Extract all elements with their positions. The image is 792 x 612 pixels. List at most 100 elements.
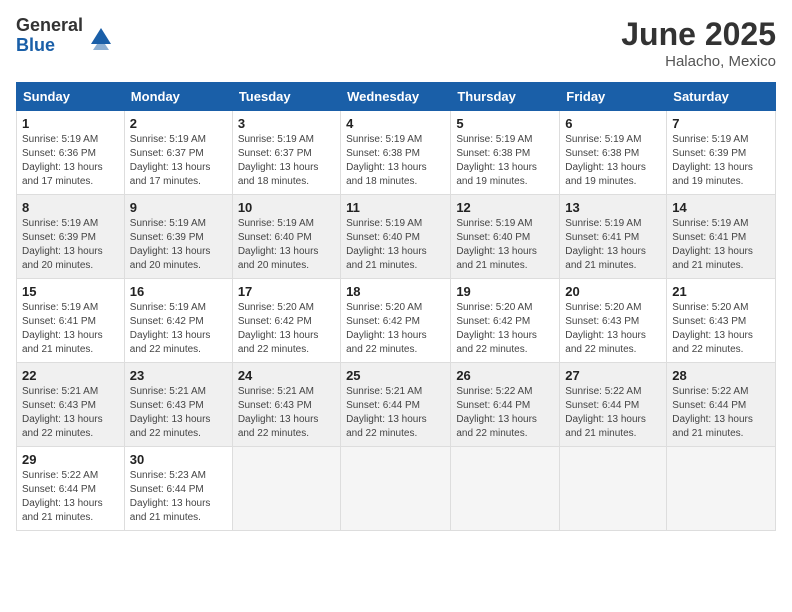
calendar-cell: 23 Sunrise: 5:21 AM Sunset: 6:43 PM Dayli…: [124, 363, 232, 447]
calendar-week-row: 8 Sunrise: 5:19 AM Sunset: 6:39 PM Daylig…: [17, 195, 776, 279]
calendar-header-wednesday: Wednesday: [341, 83, 451, 111]
day-info: Sunrise: 5:19 AM Sunset: 6:36 PM Dayligh…: [22, 133, 119, 189]
day-info: Sunrise: 5:22 AM Sunset: 6:44 PM Dayligh…: [672, 385, 770, 441]
day-info: Sunrise: 5:19 AM Sunset: 6:41 PM Dayligh…: [672, 217, 770, 273]
logo-icon: [87, 22, 115, 50]
day-info: Sunrise: 5:19 AM Sunset: 6:40 PM Dayligh…: [238, 217, 335, 273]
logo-blue-text: Blue: [16, 36, 83, 56]
day-number: 30: [130, 452, 227, 467]
calendar-cell: 21 Sunrise: 5:20 AM Sunset: 6:43 PM Dayli…: [667, 279, 776, 363]
day-number: 21: [672, 284, 770, 299]
day-number: 24: [238, 368, 335, 383]
day-info: Sunrise: 5:19 AM Sunset: 6:41 PM Dayligh…: [22, 301, 119, 357]
day-number: 20: [565, 284, 661, 299]
day-number: 29: [22, 452, 119, 467]
calendar-cell: 15 Sunrise: 5:19 AM Sunset: 6:41 PM Dayli…: [17, 279, 125, 363]
day-info: Sunrise: 5:19 AM Sunset: 6:37 PM Dayligh…: [130, 133, 227, 189]
day-info: Sunrise: 5:19 AM Sunset: 6:39 PM Dayligh…: [130, 217, 227, 273]
location: Halacho, Mexico: [621, 53, 776, 70]
calendar-cell: 9 Sunrise: 5:19 AM Sunset: 6:39 PM Daylig…: [124, 195, 232, 279]
day-number: 5: [456, 116, 554, 131]
calendar-cell: 14 Sunrise: 5:19 AM Sunset: 6:41 PM Dayli…: [667, 195, 776, 279]
calendar-cell: [560, 447, 667, 531]
calendar-cell: 13Sunrise: 5:19 AM Sunset: 6:41 PM Dayli…: [560, 195, 667, 279]
calendar-cell: 25Sunrise: 5:21 AM Sunset: 6:44 PM Dayli…: [341, 363, 451, 447]
calendar-cell: 22Sunrise: 5:21 AM Sunset: 6:43 PM Dayli…: [17, 363, 125, 447]
day-number: 12: [456, 200, 554, 215]
calendar-week-row: 22 Sunrise: 5:21 AM Sunset: 6:43 PM Dayli…: [17, 363, 776, 447]
calendar-cell: 5 Sunrise: 5:19 AM Sunset: 6:38 PM Daylig…: [451, 111, 560, 195]
day-info: Sunrise: 5:20 AM Sunset: 6:43 PM Dayligh…: [672, 301, 770, 357]
calendar-cell: 18Sunrise: 5:20 AM Sunset: 6:42 PM Dayli…: [341, 279, 451, 363]
calendar-cell: 6 Sunrise: 5:19 AM Sunset: 6:38 PM Daylig…: [560, 111, 667, 195]
day-info: Sunrise: 5:20 AM Sunset: 6:43 PM Dayligh…: [565, 301, 661, 357]
day-number: 11: [346, 200, 445, 215]
calendar-cell: 10 Sunrise: 5:19 AM Sunset: 6:40 PM Dayli…: [232, 195, 340, 279]
day-number: 7: [672, 116, 770, 131]
day-number: 26: [456, 368, 554, 383]
day-info: Sunrise: 5:23 AM Sunset: 6:44 PM Dayligh…: [130, 469, 227, 525]
calendar-week-row: 29 Sunrise: 5:22 AM Sunset: 6:44 PM Dayli…: [17, 447, 776, 531]
calendar-cell: 19 Sunrise: 5:20 AM Sunset: 6:42 PM Dayli…: [451, 279, 560, 363]
month-title: June 2025: [621, 16, 776, 53]
day-number: 25: [346, 368, 445, 383]
day-info: Sunrise: 5:20 AM Sunset: 6:42 PM Dayligh…: [238, 301, 335, 357]
calendar-cell: [451, 447, 560, 531]
day-number: 17: [238, 284, 335, 299]
calendar-cell: [667, 447, 776, 531]
calendar-header-thursday: Thursday: [451, 83, 560, 111]
calendar-header-saturday: Saturday: [667, 83, 776, 111]
logo: General Blue: [16, 16, 115, 56]
day-number: 27: [565, 368, 661, 383]
calendar-cell: 12 Sunrise: 5:19 AM Sunset: 6:40 PM Dayli…: [451, 195, 560, 279]
calendar-cell: 3 Sunrise: 5:19 AM Sunset: 6:37 PM Daylig…: [232, 111, 340, 195]
day-number: 6: [565, 116, 661, 131]
title-block: June 2025 Halacho, Mexico: [621, 16, 776, 70]
calendar-cell: 7 Sunrise: 5:19 AM Sunset: 6:39 PM Daylig…: [667, 111, 776, 195]
calendar-header-monday: Monday: [124, 83, 232, 111]
calendar-week-row: 1 Sunrise: 5:19 AM Sunset: 6:36 PM Daylig…: [17, 111, 776, 195]
calendar-table: SundayMondayTuesdayWednesdayThursdayFrid…: [16, 82, 776, 531]
calendar-header-tuesday: Tuesday: [232, 83, 340, 111]
calendar-week-row: 15 Sunrise: 5:19 AM Sunset: 6:41 PM Dayli…: [17, 279, 776, 363]
day-number: 1: [22, 116, 119, 131]
calendar-cell: 2 Sunrise: 5:19 AM Sunset: 6:37 PM Daylig…: [124, 111, 232, 195]
calendar-cell: [232, 447, 340, 531]
day-info: Sunrise: 5:21 AM Sunset: 6:43 PM Dayligh…: [130, 385, 227, 441]
calendar-cell: 26 Sunrise: 5:22 AM Sunset: 6:44 PM Dayli…: [451, 363, 560, 447]
day-info: Sunrise: 5:22 AM Sunset: 6:44 PM Dayligh…: [22, 469, 119, 525]
day-number: 2: [130, 116, 227, 131]
calendar-header-row: SundayMondayTuesdayWednesdayThursdayFrid…: [17, 83, 776, 111]
day-number: 10: [238, 200, 335, 215]
day-number: 15: [22, 284, 119, 299]
day-number: 8: [22, 200, 119, 215]
calendar-cell: 24Sunrise: 5:21 AM Sunset: 6:43 PM Dayli…: [232, 363, 340, 447]
day-info: Sunrise: 5:19 AM Sunset: 6:41 PM Dayligh…: [565, 217, 661, 273]
day-number: 4: [346, 116, 445, 131]
day-info: Sunrise: 5:22 AM Sunset: 6:44 PM Dayligh…: [565, 385, 661, 441]
day-info: Sunrise: 5:19 AM Sunset: 6:38 PM Dayligh…: [565, 133, 661, 189]
day-number: 16: [130, 284, 227, 299]
day-info: Sunrise: 5:20 AM Sunset: 6:42 PM Dayligh…: [346, 301, 445, 357]
day-number: 14: [672, 200, 770, 215]
day-info: Sunrise: 5:19 AM Sunset: 6:39 PM Dayligh…: [22, 217, 119, 273]
day-info: Sunrise: 5:19 AM Sunset: 6:39 PM Dayligh…: [672, 133, 770, 189]
calendar-cell: 20 Sunrise: 5:20 AM Sunset: 6:43 PM Dayli…: [560, 279, 667, 363]
calendar-cell: 17 Sunrise: 5:20 AM Sunset: 6:42 PM Dayli…: [232, 279, 340, 363]
calendar-cell: 1 Sunrise: 5:19 AM Sunset: 6:36 PM Daylig…: [17, 111, 125, 195]
day-info: Sunrise: 5:22 AM Sunset: 6:44 PM Dayligh…: [456, 385, 554, 441]
day-info: Sunrise: 5:19 AM Sunset: 6:38 PM Dayligh…: [456, 133, 554, 189]
day-number: 3: [238, 116, 335, 131]
calendar-header-friday: Friday: [560, 83, 667, 111]
day-info: Sunrise: 5:19 AM Sunset: 6:40 PM Dayligh…: [456, 217, 554, 273]
day-info: Sunrise: 5:19 AM Sunset: 6:37 PM Dayligh…: [238, 133, 335, 189]
calendar-cell: 29 Sunrise: 5:22 AM Sunset: 6:44 PM Dayli…: [17, 447, 125, 531]
day-number: 23: [130, 368, 227, 383]
calendar-cell: 16Sunrise: 5:19 AM Sunset: 6:42 PM Dayli…: [124, 279, 232, 363]
calendar-cell: [341, 447, 451, 531]
day-info: Sunrise: 5:20 AM Sunset: 6:42 PM Dayligh…: [456, 301, 554, 357]
day-number: 19: [456, 284, 554, 299]
day-info: Sunrise: 5:19 AM Sunset: 6:40 PM Dayligh…: [346, 217, 445, 273]
day-number: 9: [130, 200, 227, 215]
day-number: 22: [22, 368, 119, 383]
